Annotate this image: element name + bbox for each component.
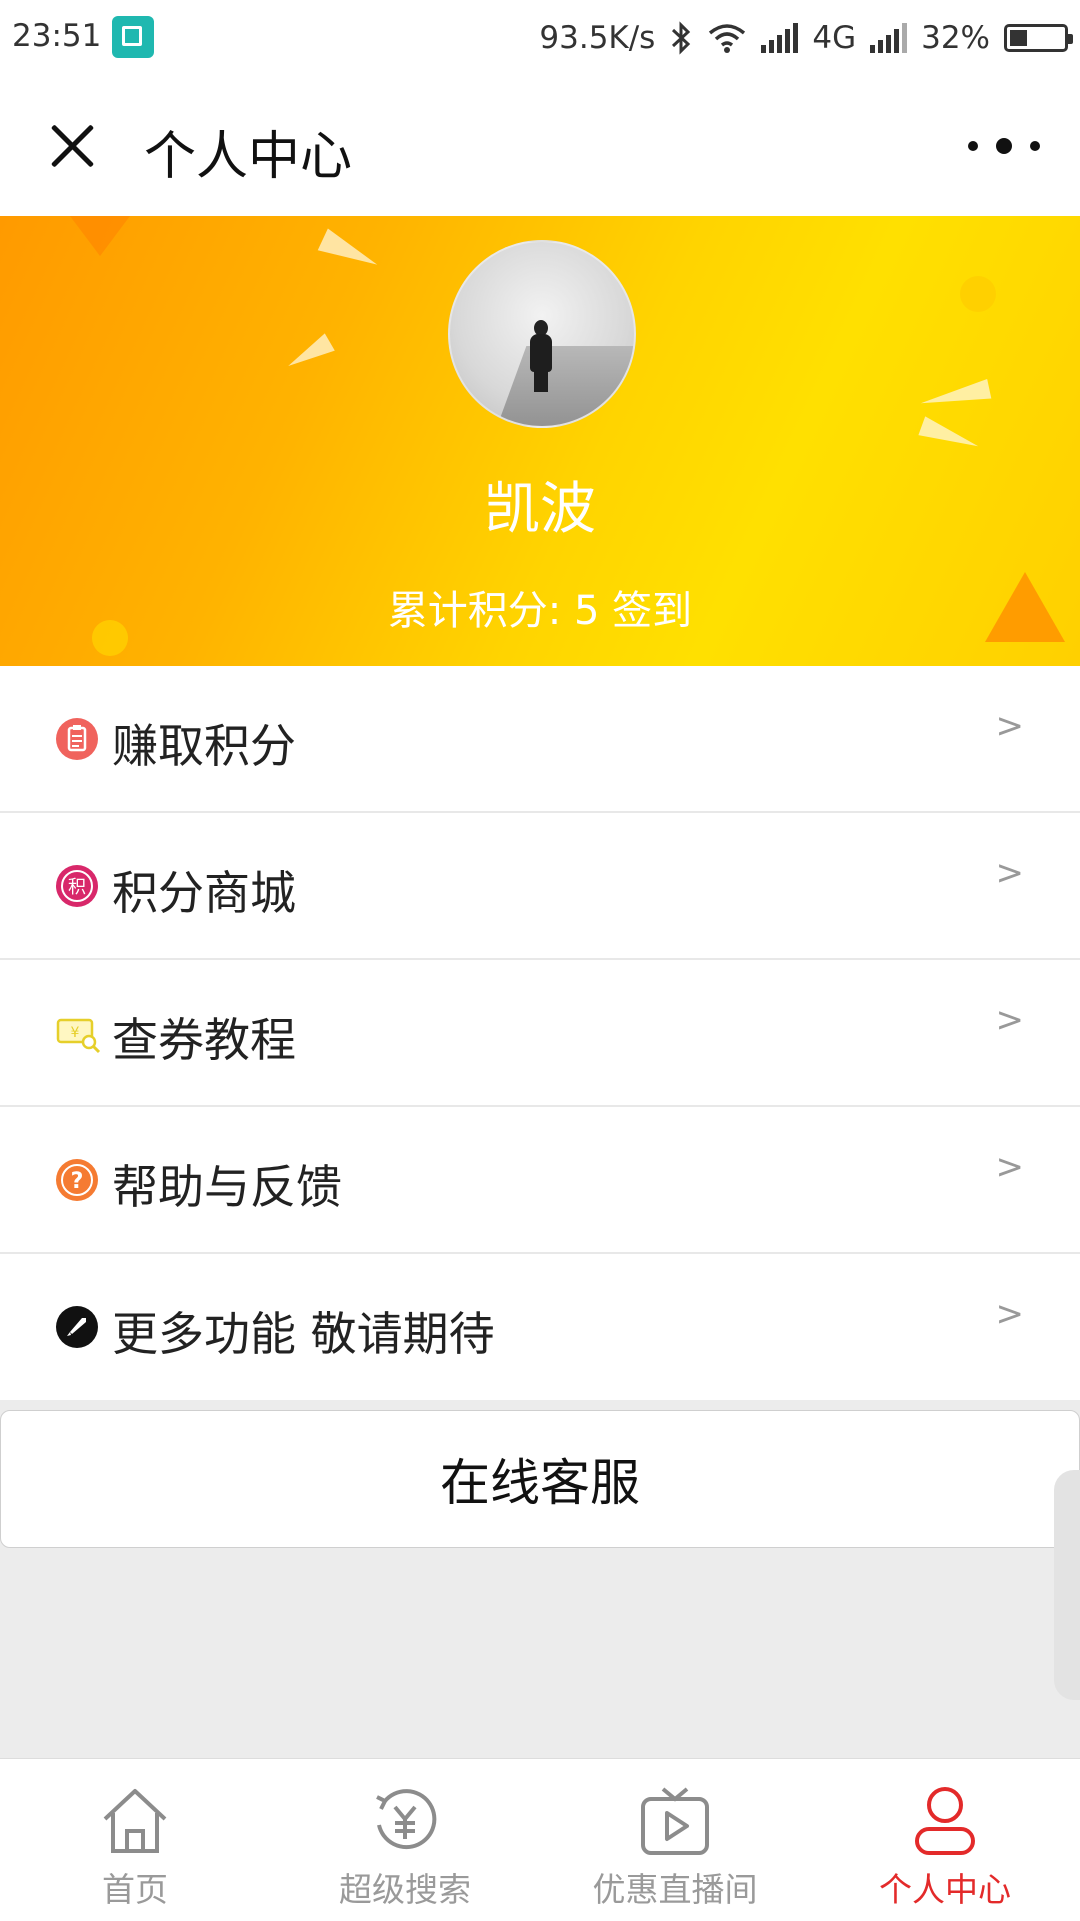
battery-icon [1004,24,1073,52]
chevron-right-icon: > [995,1000,1025,1040]
help-icon: ? [56,1159,98,1201]
tab-label: 个人中心 [879,1870,1011,1909]
page-title: 个人中心 [144,127,353,187]
status-time: 23:51 [12,18,102,54]
menu-item-coupon-tutorial[interactable]: ¥ 查券教程 > [0,960,1080,1107]
points-checkin[interactable]: 累计积分: 5 签到 [0,578,1080,636]
banner-decoration [283,333,335,375]
tab-bar: 首页 超级搜索 优惠直播间 个人中心 [0,1758,1080,1921]
battery-percent: 32% [921,20,990,56]
home-icon [103,1789,167,1853]
close-icon[interactable] [44,118,100,174]
status-bar: 23:51 93.5K/s 4G 32% [0,0,1080,78]
chevron-right-icon: > [995,706,1025,746]
banner-decoration [70,216,130,256]
banner-decoration [918,378,992,414]
chevron-right-icon: > [995,1147,1025,1187]
clipboard-icon [56,718,98,760]
nav-bar: 个人中心 [0,78,1080,217]
user-icon [915,1787,975,1855]
svg-text:¥: ¥ [71,1025,80,1041]
tab-live-room[interactable]: 优惠直播间 [540,1759,810,1921]
network-type: 4G [812,20,857,56]
chevron-right-icon: > [995,853,1025,893]
menu-item-earn-points[interactable]: 赚取积分 > [0,666,1080,813]
tab-super-search[interactable]: 超级搜索 [270,1759,540,1921]
menu-item-label: 帮助与反馈 [112,1160,342,1214]
more-dots-icon[interactable] [968,134,1040,158]
tab-label: 首页 [102,1870,168,1909]
username: 凯波 [484,477,596,542]
chevron-right-icon: > [995,1294,1025,1334]
banner-decoration [317,228,383,276]
tab-label: 优惠直播间 [592,1870,758,1909]
signal-icon [761,23,799,53]
signal-icon-2 [870,23,908,53]
svg-text:?: ? [71,1169,84,1194]
tab-home[interactable]: 首页 [0,1759,270,1921]
rocket-icon [56,1306,98,1348]
menu-item-more-features[interactable]: 更多功能 敬请期待 > [0,1254,1080,1400]
menu-item-label: 积分商城 [112,866,296,920]
points-icon: 积 [56,865,98,907]
scan-icon [112,16,154,58]
menu-item-label: 赚取积分 [112,719,296,773]
online-service-button[interactable]: 在线客服 [0,1410,1080,1548]
net-speed: 93.5K/s [539,20,656,56]
yuan-search-icon [376,1789,437,1850]
menu-item-label: 更多功能 敬请期待 [112,1307,495,1361]
tab-profile[interactable]: 个人中心 [810,1759,1080,1921]
menu-list: 赚取积分 > 积 积分商城 > ¥ 查券教程 > ? 帮助与反馈 > 更多功能 … [0,666,1080,1400]
menu-item-points-mall[interactable]: 积 积分商城 > [0,813,1080,960]
side-drawer-handle[interactable] [1054,1470,1080,1700]
menu-item-label: 查券教程 [112,1013,296,1067]
menu-item-help-feedback[interactable]: ? 帮助与反馈 > [0,1107,1080,1254]
svg-text:积: 积 [68,877,86,898]
banner-decoration [918,416,982,456]
wifi-icon [709,24,746,53]
bluetooth-icon [672,21,691,55]
avatar[interactable] [448,240,636,428]
tv-play-icon [641,1787,709,1855]
banner-decoration [960,276,996,312]
coupon-search-icon: ¥ [56,1012,101,1054]
profile-banner: 凯波 累计积分: 5 签到 [0,216,1080,666]
tab-label: 超级搜索 [339,1870,471,1909]
